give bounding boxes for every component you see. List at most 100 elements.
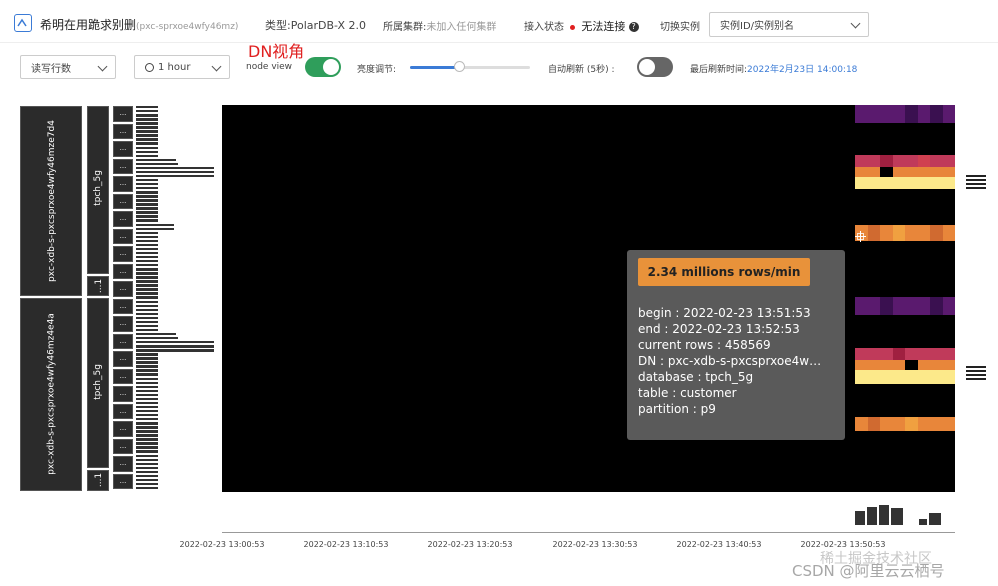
heatmap-cell[interactable] (917, 297, 930, 315)
heatmap-cell[interactable] (880, 167, 893, 177)
table-cell[interactable]: ... (113, 456, 133, 472)
heatmap-cell[interactable] (942, 225, 955, 241)
heatmap-cell[interactable] (855, 370, 868, 384)
heatmap-cell[interactable] (917, 348, 930, 360)
heatmap-cell[interactable] (942, 360, 955, 370)
heatmap-cell[interactable] (892, 370, 905, 384)
heatmap-cell[interactable] (867, 167, 880, 177)
table-cell[interactable]: ... (113, 263, 133, 279)
heatmap-cell[interactable] (942, 297, 955, 315)
help-icon[interactable]: ? (628, 22, 639, 32)
heatmap-cell[interactable] (880, 105, 893, 123)
heatmap-cell[interactable] (880, 360, 893, 370)
table-cell[interactable]: ... (113, 368, 133, 384)
heatmap-cell[interactable] (880, 225, 893, 241)
heatmap-cell[interactable] (917, 417, 930, 431)
heatmap-cell[interactable] (880, 155, 893, 167)
heatmap-canvas[interactable] (222, 105, 955, 492)
heatmap-cell[interactable] (905, 297, 918, 315)
table-cell[interactable]: ... (113, 333, 133, 349)
heatmap-cell[interactable] (880, 370, 893, 384)
table-cell[interactable]: ... (113, 158, 133, 174)
dn-node-block[interactable]: pxc-xdb-s-pxcsprxoe4wfy46mze7d4 (20, 106, 82, 296)
heatmap-cell[interactable] (867, 297, 880, 315)
heatmap-cell[interactable] (905, 155, 918, 167)
heatmap-cell[interactable] (867, 225, 880, 241)
heatmap-cell[interactable] (942, 155, 955, 167)
heatmap-cell[interactable] (855, 155, 868, 167)
slider-handle[interactable] (454, 61, 466, 72)
heatmap-cell[interactable] (880, 348, 893, 360)
table-cell[interactable]: ... (113, 421, 133, 437)
heatmap-cell[interactable] (855, 167, 868, 177)
heatmap-cell[interactable] (917, 225, 930, 241)
heatmap-cell[interactable] (905, 225, 918, 241)
heatmap-cell[interactable] (942, 105, 955, 123)
heatmap-cell[interactable] (917, 177, 930, 189)
heatmap-cell[interactable] (867, 417, 880, 431)
table-cell[interactable]: ... (113, 141, 133, 157)
instance-switch-select[interactable]: 实例ID/实例别名 (709, 12, 869, 37)
database-block[interactable]: ...1 (87, 470, 109, 491)
heatmap-cell[interactable] (880, 297, 893, 315)
table-cell[interactable]: ... (113, 176, 133, 192)
node-view-toggle[interactable] (305, 57, 341, 77)
heatmap-cell[interactable] (930, 105, 943, 123)
metric-select[interactable]: 读写行数 (20, 55, 116, 79)
brightness-slider[interactable] (410, 61, 530, 72)
heatmap-cell[interactable] (855, 348, 868, 360)
table-cell[interactable]: ... (113, 123, 133, 139)
table-cell[interactable]: ... (113, 473, 133, 489)
table-cell[interactable]: ... (113, 386, 133, 402)
heatmap-cell[interactable] (892, 297, 905, 315)
heatmap-cell[interactable] (942, 370, 955, 384)
heatmap-cell[interactable] (930, 297, 943, 315)
heatmap-cell[interactable] (892, 417, 905, 431)
table-cell[interactable]: ... (113, 211, 133, 227)
heatmap-cell[interactable] (942, 417, 955, 431)
heatmap-cell[interactable] (930, 417, 943, 431)
heatmap-cell[interactable] (867, 370, 880, 384)
heatmap-cell[interactable] (867, 348, 880, 360)
heatmap-cell[interactable] (917, 105, 930, 123)
heatmap-cell[interactable] (892, 155, 905, 167)
heatmap-cell[interactable] (942, 348, 955, 360)
table-cell[interactable]: ... (113, 193, 133, 209)
table-cell[interactable]: ... (113, 106, 133, 122)
table-cell[interactable]: ... (113, 228, 133, 244)
heatmap-cell[interactable] (892, 177, 905, 189)
heatmap-cell[interactable] (905, 177, 918, 189)
database-block[interactable]: tpch_5g (87, 106, 109, 274)
heatmap-cell[interactable] (880, 177, 893, 189)
database-block[interactable]: tpch_5g (87, 298, 109, 468)
heatmap-cell[interactable] (930, 225, 943, 241)
heatmap-cell[interactable] (892, 105, 905, 123)
heatmap-cell[interactable] (892, 225, 905, 241)
heatmap-cell[interactable] (855, 360, 868, 370)
table-cell[interactable]: ... (113, 403, 133, 419)
heatmap-cell[interactable] (917, 155, 930, 167)
table-cell[interactable]: ... (113, 298, 133, 314)
heatmap-cell[interactable] (892, 167, 905, 177)
time-range-select[interactable]: 1 hour (134, 55, 230, 79)
table-cell[interactable]: ... (113, 438, 133, 454)
heatmap-cell[interactable] (905, 348, 918, 360)
table-cell[interactable]: ... (113, 246, 133, 262)
heatmap-cell[interactable] (880, 417, 893, 431)
heatmap-cell[interactable] (892, 360, 905, 370)
heatmap-cell[interactable] (855, 177, 868, 189)
table-cell[interactable]: ... (113, 316, 133, 332)
heatmap-cell[interactable] (867, 155, 880, 167)
dn-node-block[interactable]: pxc-xdb-s-pxcsprxoe4wfy46mz4e4a (20, 298, 82, 491)
heatmap-cell[interactable] (905, 370, 918, 384)
heatmap-cell[interactable] (930, 155, 943, 167)
heatmap-cell[interactable] (917, 360, 930, 370)
heatmap-cell[interactable] (855, 105, 868, 123)
table-cell[interactable]: ... (113, 351, 133, 367)
heatmap-cell[interactable] (942, 167, 955, 177)
table-cell[interactable]: ... (113, 281, 133, 297)
heatmap-cell[interactable] (855, 417, 868, 431)
heatmap-cell[interactable] (905, 105, 918, 123)
database-block[interactable]: ...1 (87, 276, 109, 296)
heatmap-cell[interactable] (930, 167, 943, 177)
